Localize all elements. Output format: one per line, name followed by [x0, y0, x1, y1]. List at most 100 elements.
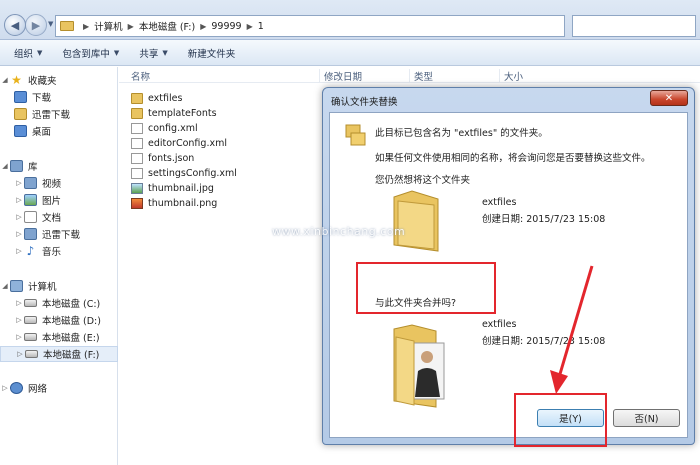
nav-label: 计算机 — [28, 282, 57, 293]
back-button[interactable]: ◀ — [4, 14, 26, 36]
folder-icon — [60, 21, 74, 31]
annotation-box-merge — [356, 262, 496, 314]
image-file-icon — [131, 183, 143, 194]
nav-drive-f[interactable]: ▷ 本地磁盘 (F:) — [0, 346, 118, 362]
expand-icon[interactable]: ▷ — [14, 179, 24, 187]
forward-button[interactable]: ▶ — [25, 14, 47, 36]
column-name[interactable]: 名称 — [127, 69, 150, 83]
file-row[interactable]: editorConfig.xml — [131, 136, 227, 151]
nav-favorites[interactable]: ◢ ★ 收藏夹 — [0, 72, 118, 88]
nav-label: 视频 — [42, 179, 62, 190]
forward-arrow-icon: ▶ — [31, 18, 41, 32]
chevron-right-icon[interactable]: ▶ — [200, 22, 206, 31]
nav-music[interactable]: ▷ ♪ 音乐 — [0, 243, 118, 259]
new-folder-button[interactable]: 新建文件夹 — [188, 46, 236, 60]
nav-label: 桌面 — [32, 127, 52, 138]
file-row[interactable]: templateFonts — [131, 106, 217, 121]
breadcrumb-99999[interactable]: 99999 — [211, 21, 241, 32]
nav-xunlei[interactable]: 迅雷下载 — [0, 106, 118, 122]
address-field[interactable]: ▶ 计算机 ▶ 本地磁盘 (F:) ▶ 99999 ▶ 1 — [55, 15, 565, 37]
nav-label: 迅雷下载 — [42, 230, 81, 241]
file-row[interactable]: settingsConfig.xml — [131, 166, 237, 181]
drive-icon — [24, 316, 37, 324]
expand-icon[interactable]: ▷ — [15, 350, 25, 358]
chevron-right-icon[interactable]: ▶ — [128, 22, 134, 31]
file-name: thumbnail.jpg — [148, 183, 214, 194]
column-type[interactable]: 类型 — [409, 69, 433, 83]
nav-label: 本地磁盘 (E:) — [42, 333, 100, 344]
navigation-pane: ◢ ★ 收藏夹 下载 迅雷下载 桌面 ◢ 库 ▷ 视频 ▷ 图片 ▷ 文档 ▷ 迅雷下载 ▷ ♪… — [0, 67, 118, 465]
no-button[interactable]: 否(N) — [613, 409, 680, 427]
nav-computer[interactable]: ◢ 计算机 — [0, 278, 118, 294]
nav-label: 网络 — [28, 384, 48, 395]
file-row[interactable]: fonts.json — [131, 151, 194, 166]
annotation-arrow-icon — [550, 265, 594, 394]
nav-downloads[interactable]: 下载 — [0, 89, 118, 105]
folder-icon — [131, 93, 143, 104]
folder-2-name: extfiles — [482, 319, 517, 330]
nav-network[interactable]: ▷ 网络 — [0, 380, 118, 396]
computer-icon — [10, 280, 23, 292]
dialog-message-2: 如果任何文件使用相同的名称，将会询问您是否要替换这些文件。 — [375, 153, 651, 164]
search-input[interactable] — [572, 15, 696, 37]
nav-drive-c[interactable]: ▷ 本地磁盘 (C:) — [0, 295, 118, 311]
large-folder-with-photo-icon — [393, 324, 445, 408]
back-arrow-icon: ◀ — [10, 18, 20, 32]
expand-icon[interactable]: ▷ — [14, 247, 24, 255]
collapse-icon[interactable]: ◢ — [0, 76, 10, 84]
xml-file-icon — [131, 138, 143, 149]
large-folder-icon — [393, 190, 439, 252]
nav-library[interactable]: ◢ 库 — [0, 158, 118, 174]
nav-label: 库 — [28, 162, 38, 173]
include-in-library-menu[interactable]: 包含到库中 ▼ — [62, 46, 119, 60]
column-modified[interactable]: 修改日期 — [319, 69, 362, 83]
command-toolbar: 组织 ▼ 包含到库中 ▼ 共享 ▼ 新建文件夹 — [0, 40, 700, 66]
expand-icon[interactable]: ▷ — [14, 299, 24, 307]
nav-drive-d[interactable]: ▷ 本地磁盘 (D:) — [0, 312, 118, 328]
organize-menu[interactable]: 组织 ▼ — [14, 46, 42, 60]
nav-desktop[interactable]: 桌面 — [0, 123, 118, 139]
nav-label: 本地磁盘 (D:) — [42, 316, 101, 327]
folder-replace-icon — [345, 124, 366, 146]
file-name: thumbnail.png — [148, 198, 218, 209]
watermark: www.xinbinchang.com — [272, 225, 406, 238]
collapse-icon[interactable]: ◢ — [0, 282, 10, 290]
chevron-right-icon[interactable]: ▶ — [247, 22, 253, 31]
expand-icon[interactable]: ▷ — [14, 333, 24, 341]
nav-videos[interactable]: ▷ 视频 — [0, 175, 118, 191]
nav-xunlei-library[interactable]: ▷ 迅雷下载 — [0, 226, 118, 242]
expand-icon[interactable]: ▷ — [14, 196, 24, 204]
library-icon — [24, 228, 37, 240]
expand-icon[interactable]: ▷ — [0, 384, 10, 392]
file-row[interactable]: config.xml — [131, 121, 198, 136]
nav-drive-e[interactable]: ▷ 本地磁盘 (E:) — [0, 329, 118, 345]
share-menu[interactable]: 共享 ▼ — [139, 46, 167, 60]
close-button[interactable]: ✕ — [650, 90, 688, 106]
chevron-right-icon[interactable]: ▶ — [83, 22, 89, 31]
file-name: config.xml — [148, 123, 198, 134]
nav-pictures[interactable]: ▷ 图片 — [0, 192, 118, 208]
column-size[interactable]: 大小 — [499, 69, 523, 83]
file-row[interactable]: thumbnail.jpg — [131, 181, 214, 196]
folder-icon — [14, 108, 27, 120]
library-icon — [10, 160, 23, 172]
file-row[interactable]: extfiles — [131, 91, 182, 106]
breadcrumb-computer[interactable]: 计算机 — [94, 19, 123, 33]
expand-icon[interactable]: ▷ — [14, 213, 24, 221]
dialog-message-1: 此目标已包含名为 "extfiles" 的文件夹。 — [375, 128, 548, 139]
expand-icon[interactable]: ▷ — [14, 230, 24, 238]
json-file-icon — [131, 153, 143, 164]
folder-1-date: 创建日期: 2015/7/23 15:08 — [482, 214, 606, 225]
nav-documents[interactable]: ▷ 文档 — [0, 209, 118, 225]
nav-label: 图片 — [42, 196, 62, 207]
video-library-icon — [24, 177, 37, 189]
file-name: editorConfig.xml — [148, 138, 227, 149]
breadcrumb-drive-f[interactable]: 本地磁盘 (F:) — [139, 19, 195, 33]
collapse-icon[interactable]: ◢ — [0, 162, 10, 170]
drive-icon — [25, 350, 38, 358]
file-name: templateFonts — [148, 108, 217, 119]
file-row[interactable]: thumbnail.png — [131, 196, 217, 211]
download-folder-icon — [14, 91, 27, 103]
breadcrumb-1[interactable]: 1 — [258, 21, 264, 32]
expand-icon[interactable]: ▷ — [14, 316, 24, 324]
